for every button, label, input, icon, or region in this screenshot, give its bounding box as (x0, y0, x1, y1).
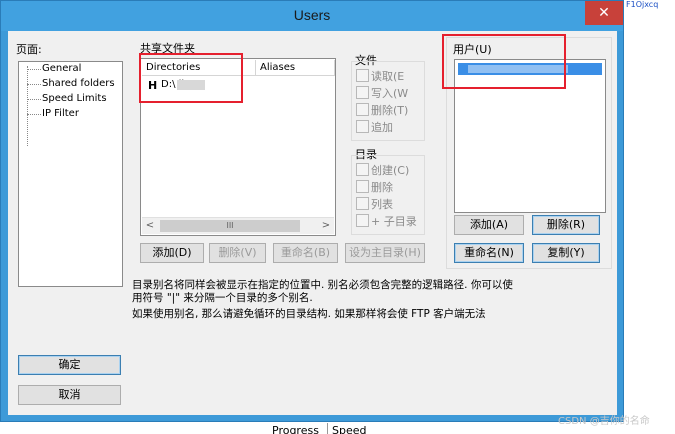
file-read-label: 读取(E (371, 70, 405, 83)
page-label: 页面: (16, 43, 42, 56)
remove-user-button[interactable]: 删除(R) (532, 215, 600, 235)
tree-item-speed-limits[interactable]: Speed Limits (27, 93, 107, 104)
copy-user-button[interactable]: 复制(Y) (532, 243, 600, 263)
scroll-left-arrow[interactable]: < (142, 218, 158, 234)
progress-column-header: Progress (272, 424, 319, 434)
dir-list-checkbox[interactable] (356, 197, 369, 210)
alias-note-line-2: 用符号 "|" 来分隔一个目录的多个别名. (132, 292, 313, 304)
ok-button[interactable]: 确定 (18, 355, 121, 375)
close-button[interactable]: ✕ (585, 1, 623, 25)
file-append-checkbox[interactable] (356, 120, 369, 133)
scroll-right-arrow[interactable]: > (318, 218, 334, 234)
remove-folder-button[interactable]: 删除(V) (209, 243, 266, 263)
tree-item-ip-filter[interactable]: IP Filter (27, 108, 79, 119)
file-delete-label: 删除(T) (371, 104, 409, 117)
alias-note-line-3: 如果使用别名, 那么请避免循环的目录结构. 如果那样将会使 FTP 客户端无法 (132, 308, 486, 320)
column-aliases[interactable]: Aliases (256, 60, 335, 76)
file-write-checkbox[interactable] (356, 86, 369, 99)
dir-subdirs-checkbox[interactable] (356, 214, 369, 227)
background-area (624, 0, 675, 422)
watermark: CSDN @吉你的名命 (558, 416, 650, 427)
file-delete-checkbox[interactable] (356, 103, 369, 116)
window-title: Users (293, 7, 331, 23)
file-write-label: 写入(W (371, 87, 409, 100)
page-tree[interactable]: General Shared folders Speed Limits IP F… (18, 61, 123, 287)
annotation-box-users (442, 34, 566, 89)
tree-item-general[interactable]: General (27, 63, 81, 74)
add-user-button[interactable]: 添加(A) (454, 215, 524, 235)
file-read-checkbox[interactable] (356, 69, 369, 82)
dir-delete-checkbox[interactable] (356, 180, 369, 193)
dir-subdirs-label: + 子目录 (371, 215, 417, 228)
rename-folder-button[interactable]: 重命名(B) (273, 243, 338, 263)
title-bar[interactable]: Users ✕ (1, 1, 623, 31)
cancel-button[interactable]: 取消 (18, 385, 121, 405)
scroll-thumb[interactable]: III (160, 220, 300, 232)
speed-column-header: Speed (332, 424, 367, 434)
set-home-dir-button[interactable]: 设为主目录(H) (345, 243, 425, 263)
dir-create-label: 创建(C) (371, 164, 410, 177)
corner-text: F1Ojxcq (626, 0, 659, 9)
column-separator (327, 423, 328, 434)
add-folder-button[interactable]: 添加(D) (140, 243, 204, 263)
rename-user-button[interactable]: 重命名(N) (454, 243, 524, 263)
tree-item-shared-folders[interactable]: Shared folders (27, 78, 115, 89)
screenshot-root: F1Ojxcq Users ✕ 页面: General Shared folde… (0, 0, 675, 434)
annotation-box-directories (139, 53, 243, 103)
file-append-label: 追加 (371, 121, 393, 134)
dir-list-label: 列表 (371, 198, 393, 211)
dir-delete-label: 删除 (371, 181, 393, 194)
dir-create-checkbox[interactable] (356, 163, 369, 176)
horizontal-scrollbar[interactable]: < III > (142, 217, 334, 234)
